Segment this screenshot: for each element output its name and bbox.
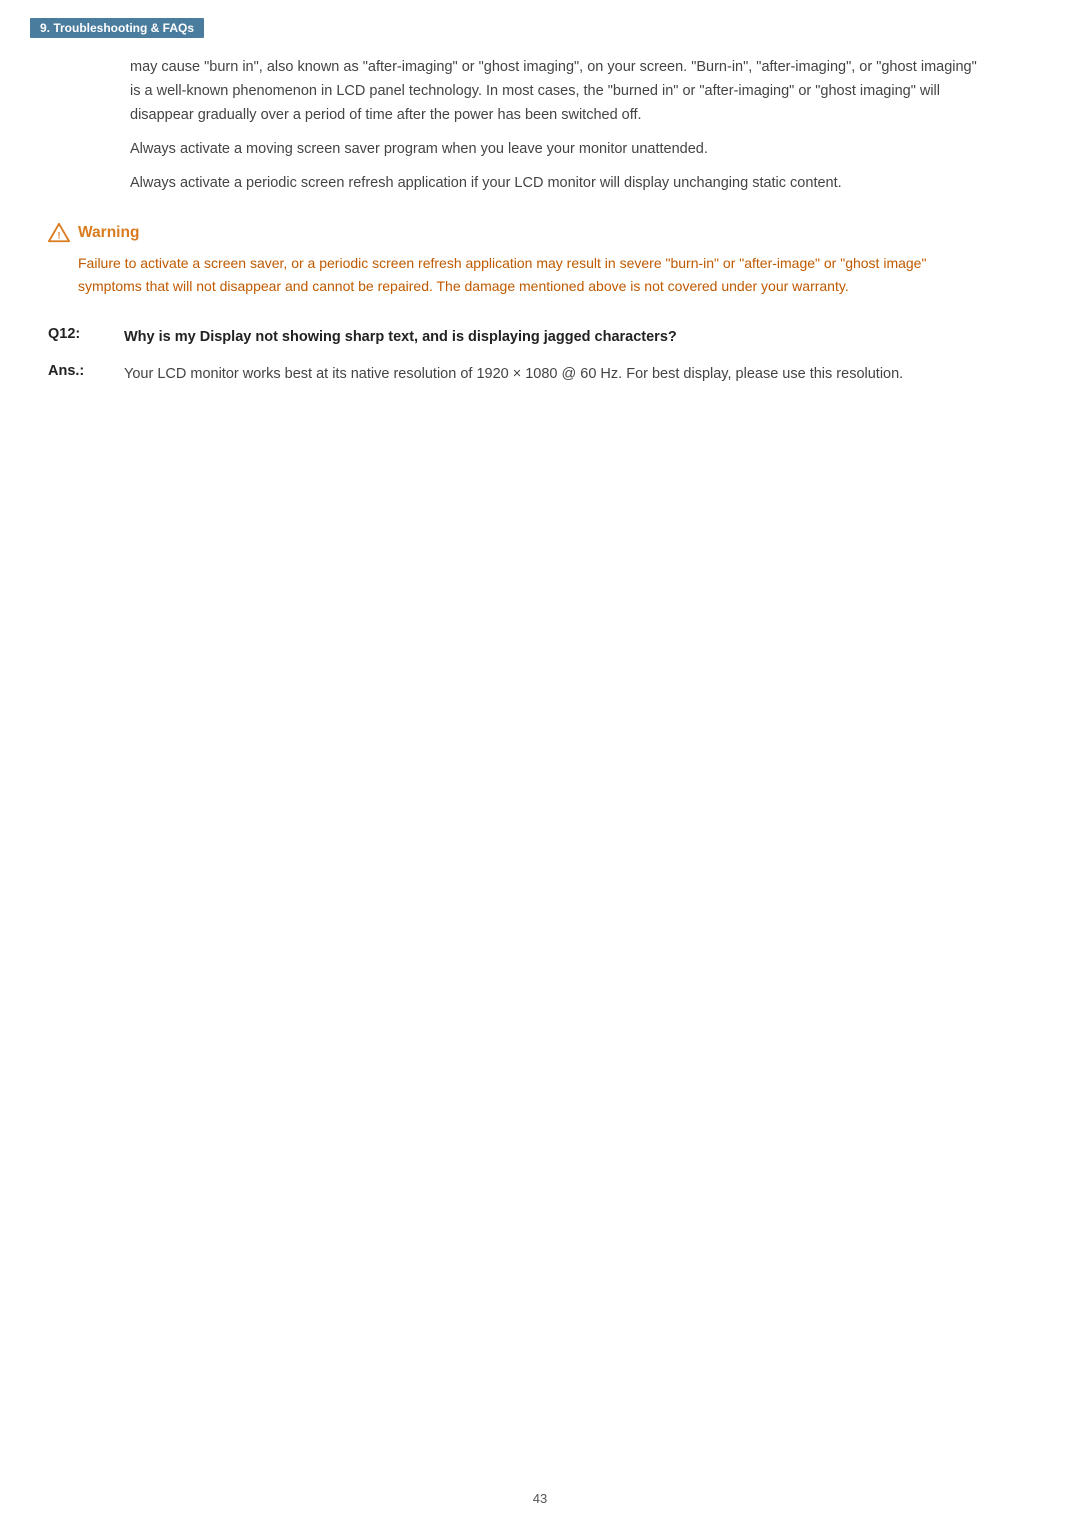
warning-label: Warning [78,224,139,242]
intro-paragraph-1: may cause "burn in", also known as "afte… [130,56,990,128]
warning-title-row: ! Warning [48,222,990,244]
intro-paragraph-2: Always activate a moving screen saver pr… [130,138,990,162]
qa-row-ans12: Ans.: Your LCD monitor works best at its… [48,363,990,387]
q12-question: Why is my Display not showing sharp text… [124,326,677,349]
warning-triangle-icon: ! [48,222,70,244]
ans12-label: Ans.: [48,363,110,387]
qa-block: Q12: Why is my Display not showing sharp… [48,326,990,387]
page-container: 9. Troubleshooting & FAQs may cause "bur… [0,0,1080,465]
section-header: 9. Troubleshooting & FAQs [30,18,204,38]
ans12-answer: Your LCD monitor works best at its nativ… [124,363,903,387]
qa-row-q12: Q12: Why is my Display not showing sharp… [48,326,990,349]
svg-text:!: ! [57,230,60,240]
warning-block: ! Warning Failure to activate a screen s… [48,222,990,298]
warning-text: Failure to activate a screen saver, or a… [78,252,990,298]
page-number: 43 [533,1491,547,1506]
q12-label: Q12: [48,326,110,349]
intro-paragraph-3: Always activate a periodic screen refres… [130,172,990,196]
